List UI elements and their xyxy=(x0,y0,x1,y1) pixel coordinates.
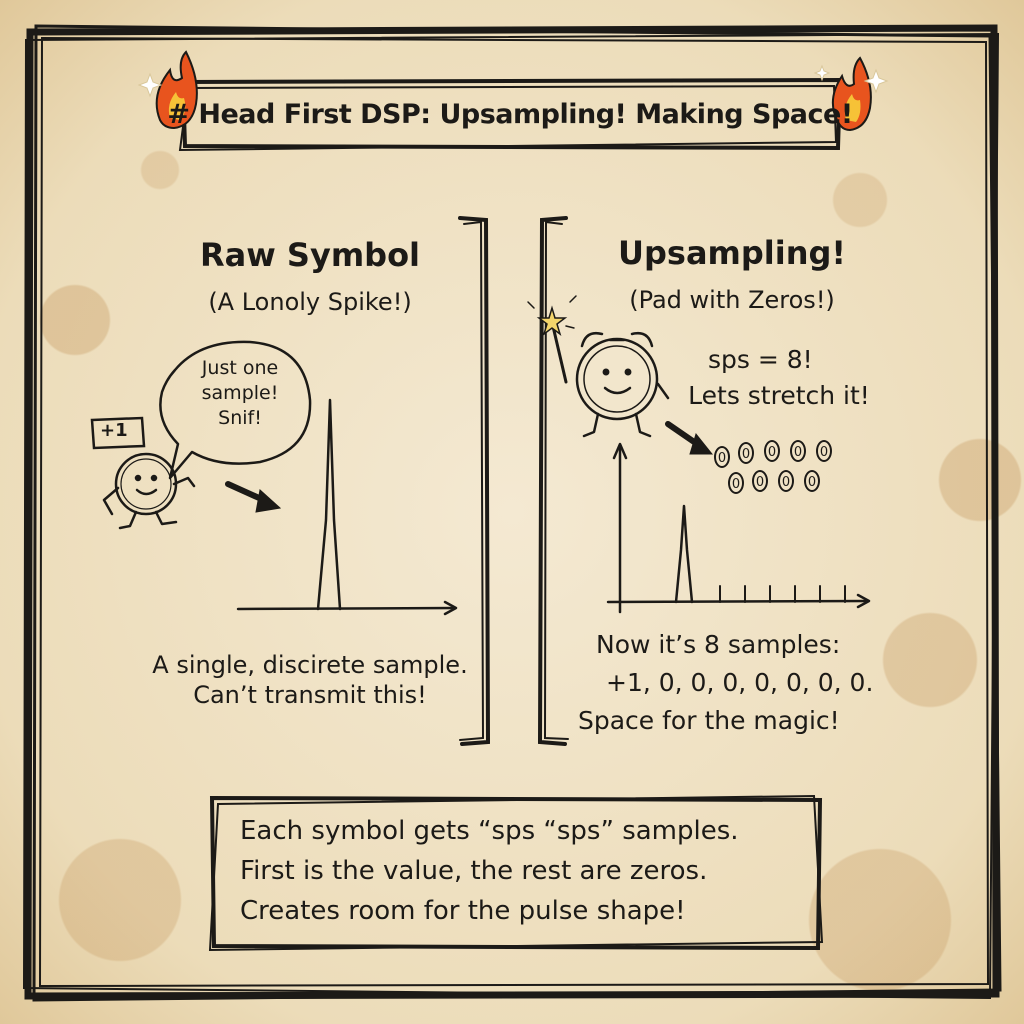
right-caption: Now it’s 8 samples: +1, 0, 0, 0, 0, 0, 0… xyxy=(572,626,902,740)
zero-glyph: 0 xyxy=(790,440,806,462)
zero-glyph: 0 xyxy=(816,440,832,462)
bottom-note-line: First is the value, the rest are zeros. xyxy=(240,856,708,886)
zero-glyph: 0 xyxy=(738,442,754,464)
left-subheading: (A Lonoly Spike!) xyxy=(208,288,412,316)
caption-line: Space for the magic! xyxy=(578,706,840,735)
left-caption: A single, discirete sample. Can’t transm… xyxy=(140,650,480,710)
zero-glyph: 0 xyxy=(728,472,744,494)
left-heading: Raw Symbol xyxy=(199,236,421,274)
caption-line: +1, 0, 0, 0, 0, 0, 0, 0. xyxy=(606,668,874,697)
left-spike xyxy=(316,398,342,611)
note-line: Lets stretch it! xyxy=(688,381,870,410)
bottom-note-line: Creates room for the pulse shape! xyxy=(240,896,686,926)
right-subheading: (Pad with Zeros!) xyxy=(629,286,835,314)
bottom-note-line: Each symbol gets “sps “sps” samples. xyxy=(240,816,739,846)
bubble-line: sample! xyxy=(201,382,279,404)
zero-glyph: 0 xyxy=(778,470,794,492)
zero-glyph: 0 xyxy=(752,470,768,492)
bubble-line: Snif! xyxy=(218,407,262,429)
zero-glyph: 0 xyxy=(714,446,730,468)
left-x-axis xyxy=(236,606,457,611)
caption-line: Can’t transmit this! xyxy=(193,681,427,709)
zero-glyph: 0 xyxy=(764,440,780,462)
caption-line: A single, discirete sample. xyxy=(152,651,468,679)
right-note: sps = 8! Lets stretch it! xyxy=(664,342,894,414)
note-line: sps = 8! xyxy=(708,345,813,374)
plus-one-badge: +1 xyxy=(100,420,128,441)
right-spike xyxy=(674,504,694,604)
right-heading: Upsampling! xyxy=(618,234,846,272)
right-x-axis xyxy=(606,599,870,604)
right-zero-ticks xyxy=(719,585,846,603)
bubble-line: Just one xyxy=(201,357,279,379)
page-title: # Head First DSP: Upsampling! Making Spa… xyxy=(167,98,853,130)
alarm-clock-character-icon xyxy=(575,332,670,438)
caption-line: Now it’s 8 samples: xyxy=(596,630,841,659)
title-banner: # Head First DSP: Upsampling! Making Spa… xyxy=(167,84,853,144)
speech-bubble-text: Just one sample! Snif! xyxy=(180,356,300,431)
zero-glyph: 0 xyxy=(804,470,820,492)
magic-wand-icon xyxy=(527,295,577,384)
